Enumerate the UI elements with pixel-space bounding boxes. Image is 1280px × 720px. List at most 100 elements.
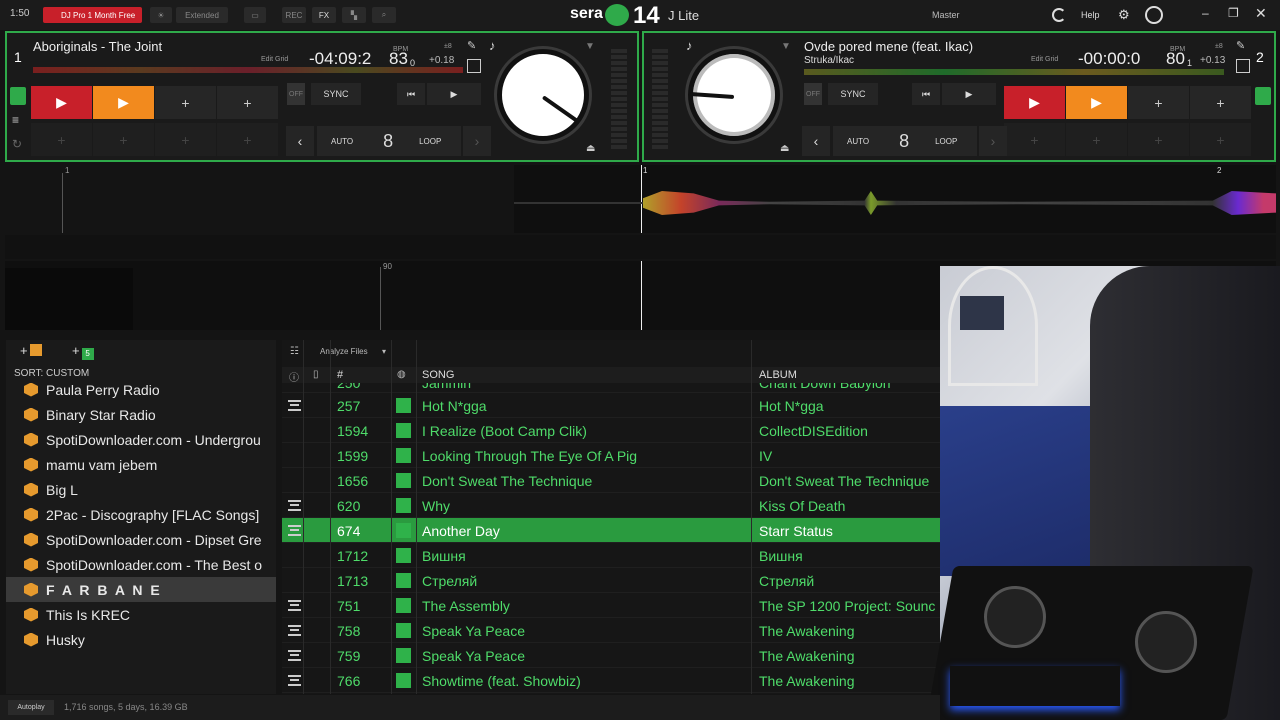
cue-pad-5[interactable]: + [31,123,92,156]
crate-item[interactable]: 2Pac - Discography [FLAC Songs] [6,502,276,527]
column-number[interactable]: # [337,369,343,381]
sync-button[interactable]: SYNC [311,83,361,105]
track-color-swatch[interactable] [396,598,411,613]
track-color-swatch[interactable] [396,573,411,588]
info-icon[interactable]: ⓘ [289,369,299,384]
edit-grid-button[interactable]: Edit Grid [1031,56,1058,63]
loop-label[interactable]: LOOP [935,137,957,146]
cue-pad-6[interactable]: + [93,123,154,156]
sync-off-button[interactable]: OFF [287,83,305,105]
table-row[interactable]: 1712 Вишня Вишня [282,543,940,568]
crate-item[interactable]: SpotiDownloader.com - Undergrou [6,427,276,452]
play-icon[interactable]: ▶ [942,83,996,105]
sync-button[interactable]: SYNC [828,83,878,105]
close-icon[interactable]: ✕ [1255,5,1267,22]
sampler-icon[interactable]: ▚ [342,7,366,23]
pen-icon[interactable]: ✎ [1236,39,1245,52]
loop-size[interactable]: 8 [383,131,393,152]
fx-button[interactable]: FX [312,7,336,23]
table-row[interactable]: 620 Why Kiss Of Death [282,493,940,518]
time-remaining[interactable]: -00:00:0 [1078,49,1140,69]
add-smart-crate-button[interactable]: +5 [72,343,94,360]
play-icon[interactable]: ▶ [427,83,481,105]
track-color-swatch[interactable] [396,673,411,688]
table-row[interactable]: 758 Speak Ya Peace The Awakening [282,618,940,643]
crate-item[interactable]: Binary Star Radio [6,402,276,427]
track-color-swatch[interactable] [396,523,411,538]
cue-pad-4[interactable]: + [217,86,278,119]
table-row[interactable]: 1599 Looking Through The Eye Of A Pig IV [282,443,940,468]
track-color-swatch[interactable] [396,473,411,488]
track-color-swatch[interactable] [396,648,411,663]
cue-pad-3[interactable]: + [1128,86,1189,119]
file-icon[interactable]: ▯ [313,369,319,380]
account-icon[interactable] [1145,6,1163,24]
track-color-swatch[interactable] [396,448,411,463]
table-row[interactable]: 674 Another Day Starr Status [282,518,940,543]
track-color-swatch[interactable] [396,548,411,563]
table-row-partial[interactable]: 250 Jammin Chant Down Babylon [282,383,940,393]
table-row[interactable]: 759 Speak Ya Peace The Awakening [282,643,940,668]
loop-next-icon[interactable]: › [463,126,491,156]
dropdown-icon[interactable]: ▼ [585,41,595,52]
autoplay-button[interactable]: Autoplay [8,700,54,715]
cue-pad-2[interactable]: ▶ [1066,86,1127,119]
mode-select[interactable]: Extended [176,7,228,23]
grid-icon[interactable] [1236,59,1250,73]
master-volume-knob[interactable] [1052,8,1066,22]
table-row[interactable]: 766 Showtime (feat. Showbiz) The Awakening [282,668,940,693]
cue-pad-5[interactable]: + [1004,123,1065,156]
analyze-files-button[interactable]: Analyze Files [320,347,368,356]
cue-pad-7[interactable]: + [1128,123,1189,156]
cue-pad-3[interactable]: + [155,86,216,119]
search-icon[interactable]: ⌕ [372,7,396,23]
cue-pad-8[interactable]: + [217,123,278,156]
edit-grid-button[interactable]: Edit Grid [261,56,288,63]
cue-pad-6[interactable]: + [1066,123,1127,156]
color-column-icon[interactable]: ◍ [397,369,406,380]
table-row[interactable]: 257 Hot N*gga Hot N*gga [282,393,940,418]
crate-item[interactable]: This Is KREC [6,602,276,627]
loop-label[interactable]: LOOP [419,137,441,146]
loop-mode-icon[interactable]: ↻ [12,137,22,151]
table-row[interactable]: 1713 Стреляй Стреляй [282,568,940,593]
sync-off-button[interactable]: OFF [804,83,822,105]
cue-mode-icon[interactable] [10,87,26,105]
eject-icon[interactable]: ⏏ [780,143,789,154]
crate-item[interactable]: SpotiDownloader.com - The Best o [6,552,276,577]
dropdown-icon[interactable]: ▼ [781,41,791,52]
analyze-dropdown-icon[interactable]: ▾ [382,347,386,356]
list-view-icon[interactable]: ☷ [290,346,299,357]
cue-pad-1[interactable]: ▶ [1004,86,1065,119]
help-menu[interactable]: Help [1081,10,1100,20]
track-color-swatch[interactable] [396,398,411,413]
crate-item[interactable]: F A R B A N E [6,577,276,602]
previous-icon[interactable]: ⏮ [912,83,940,105]
deck-2-platter[interactable] [688,49,780,141]
loop-prev-icon[interactable]: ‹ [286,126,314,156]
track-overview[interactable] [804,69,1224,75]
crate-item[interactable]: SpotiDownloader.com - Dipset Gre [6,527,276,552]
loop-prev-icon[interactable]: ‹ [802,126,830,156]
cue-pad-8[interactable]: + [1190,123,1251,156]
screen-icon[interactable]: ▭ [244,7,266,23]
rec-button[interactable]: REC [282,7,306,23]
settings-icon[interactable]: ⚙ [1118,7,1130,23]
waveform-main[interactable]: 1 1 2 [5,165,1276,233]
minimize-icon[interactable]: – [1202,6,1209,20]
cue-pad-2[interactable]: ▶ [93,86,154,119]
maximize-icon[interactable]: ❐ [1228,6,1239,20]
menu-icon[interactable]: ≡ [12,113,19,127]
deck-1-platter[interactable] [497,49,589,141]
cue-pad-1[interactable]: ▶ [31,86,92,119]
column-song[interactable]: SONG [422,369,454,381]
column-album[interactable]: ALBUM [759,369,797,381]
track-color-swatch[interactable] [396,423,411,438]
table-row[interactable]: 1594 I Realize (Boot Camp Clik) CollectDIS… [282,418,940,443]
table-row[interactable]: 1656 Don't Sweat The Technique Don't Sweat… [282,468,940,493]
crate-item[interactable]: Husky [6,627,276,652]
grid-icon[interactable] [467,59,481,73]
track-color-swatch[interactable] [396,498,411,513]
loop-next-icon[interactable]: › [979,126,1007,156]
promo-button[interactable]: DJ Pro 1 Month Free [43,7,142,23]
